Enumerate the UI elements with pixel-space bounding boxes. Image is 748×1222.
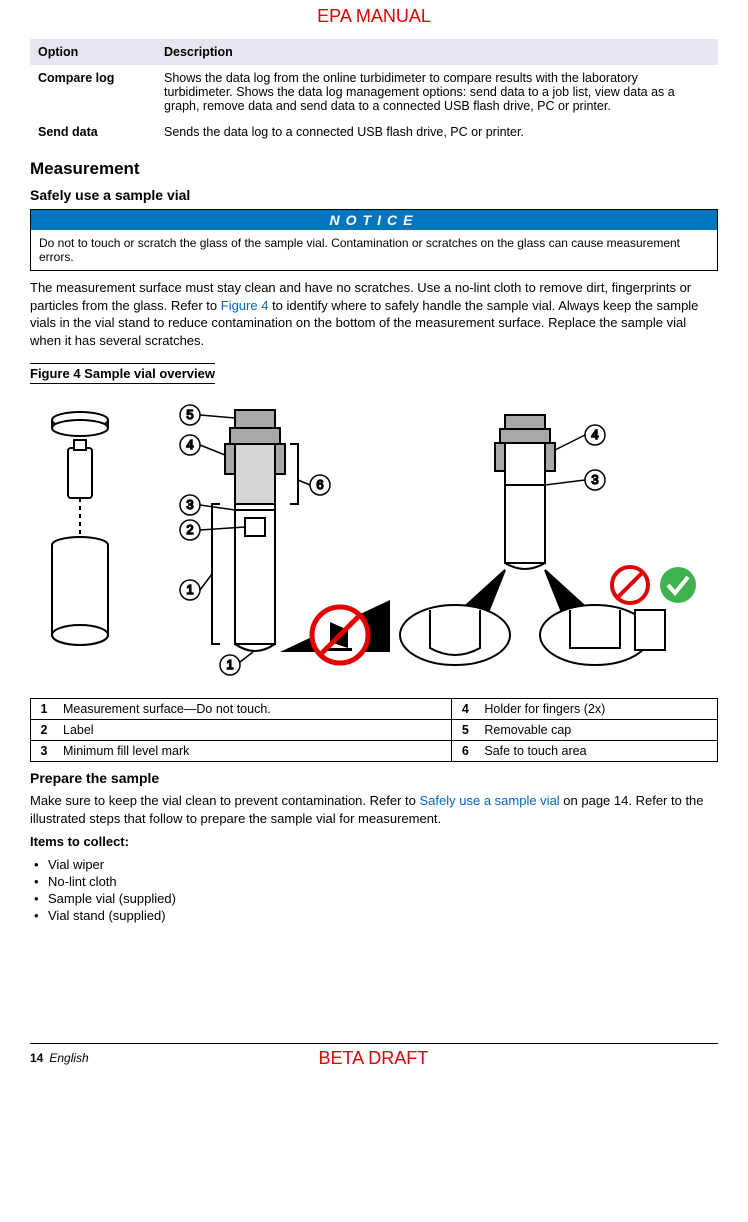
ok-check-icon — [660, 567, 696, 603]
callout-1a: 1 — [186, 582, 193, 597]
figure4-link[interactable]: Figure 4 — [221, 298, 269, 313]
safevial-link[interactable]: Safely use a sample vial — [420, 793, 560, 808]
measurement-heading: Measurement — [30, 159, 718, 179]
items-list: Vial wiper No-lint cloth Sample vial (su… — [30, 857, 718, 923]
notice-body: Do not to touch or scratch the glass of … — [31, 230, 717, 270]
options-head-option: Option — [30, 39, 156, 65]
callout-4: 4 — [186, 437, 193, 452]
sample-vial-svg: 5 4 3 2 1 1 6 — [30, 390, 718, 690]
safevial-heading: Safely use a sample vial — [30, 187, 718, 203]
callout-6: 6 — [316, 477, 323, 492]
callout-2: 2 — [186, 522, 193, 537]
callout-5: 5 — [186, 407, 193, 422]
legend-text: Measurement surface—Do not touch. — [57, 699, 452, 720]
legend-num: 6 — [452, 741, 479, 762]
option-desc: Shows the data log from the online turbi… — [156, 65, 718, 119]
callout-3r: 3 — [591, 472, 598, 487]
option-desc: Sends the data log to a connected USB fl… — [156, 119, 718, 145]
legend-text: Label — [57, 720, 452, 741]
callout-4r: 4 — [591, 427, 598, 442]
page-footer: 14 English BETA DRAFT — [30, 1043, 718, 1069]
legend-text: Removable cap — [478, 720, 717, 741]
table-row: 3 Minimum fill level mark 6 Safe to touc… — [31, 741, 718, 762]
option-name: Send data — [30, 119, 156, 145]
legend-num: 5 — [452, 720, 479, 741]
figure-4-diagram: 5 4 3 2 1 1 6 — [30, 390, 718, 690]
list-item: Vial wiper — [48, 857, 718, 872]
figure-legend-table: 1 Measurement surface—Do not touch. 4 Ho… — [30, 698, 718, 762]
legend-num: 3 — [31, 741, 58, 762]
legend-text: Minimum fill level mark — [57, 741, 452, 762]
page-number: 14 — [30, 1051, 43, 1065]
options-table: Option Description Compare log Shows the… — [30, 39, 718, 145]
table-row: 1 Measurement surface—Do not touch. 4 Ho… — [31, 699, 718, 720]
prepare-paragraph: Make sure to keep the vial clean to prev… — [30, 792, 718, 827]
figure-caption: Figure 4 Sample vial overview — [30, 363, 215, 384]
notice-box: NOTICE Do not to touch or scratch the gl… — [30, 209, 718, 271]
list-item: No-lint cloth — [48, 874, 718, 889]
callout-1b: 1 — [226, 657, 233, 672]
legend-num: 4 — [452, 699, 479, 720]
options-head-desc: Description — [156, 39, 718, 65]
notice-label: NOTICE — [31, 210, 717, 230]
table-row: Send data Sends the data log to a connec… — [30, 119, 718, 145]
table-row: Compare log Shows the data log from the … — [30, 65, 718, 119]
prepare-text-a: Make sure to keep the vial clean to prev… — [30, 793, 420, 808]
legend-text: Safe to touch area — [478, 741, 717, 762]
legend-num: 2 — [31, 720, 58, 741]
page-language: English — [49, 1051, 88, 1065]
prepare-heading: Prepare the sample — [30, 770, 718, 786]
list-item: Sample vial (supplied) — [48, 891, 718, 906]
table-row: 2 Label 5 Removable cap — [31, 720, 718, 741]
legend-num: 1 — [31, 699, 58, 720]
items-heading: Items to collect: — [30, 833, 718, 851]
draft-label: BETA DRAFT — [89, 1048, 658, 1069]
prohibited-icon — [612, 567, 648, 603]
doc-header: EPA MANUAL — [30, 0, 718, 39]
legend-text: Holder for fingers (2x) — [478, 699, 717, 720]
paragraph-measurement: The measurement surface must stay clean … — [30, 279, 718, 349]
callout-3: 3 — [186, 497, 193, 512]
list-item: Vial stand (supplied) — [48, 908, 718, 923]
option-name: Compare log — [30, 65, 156, 119]
